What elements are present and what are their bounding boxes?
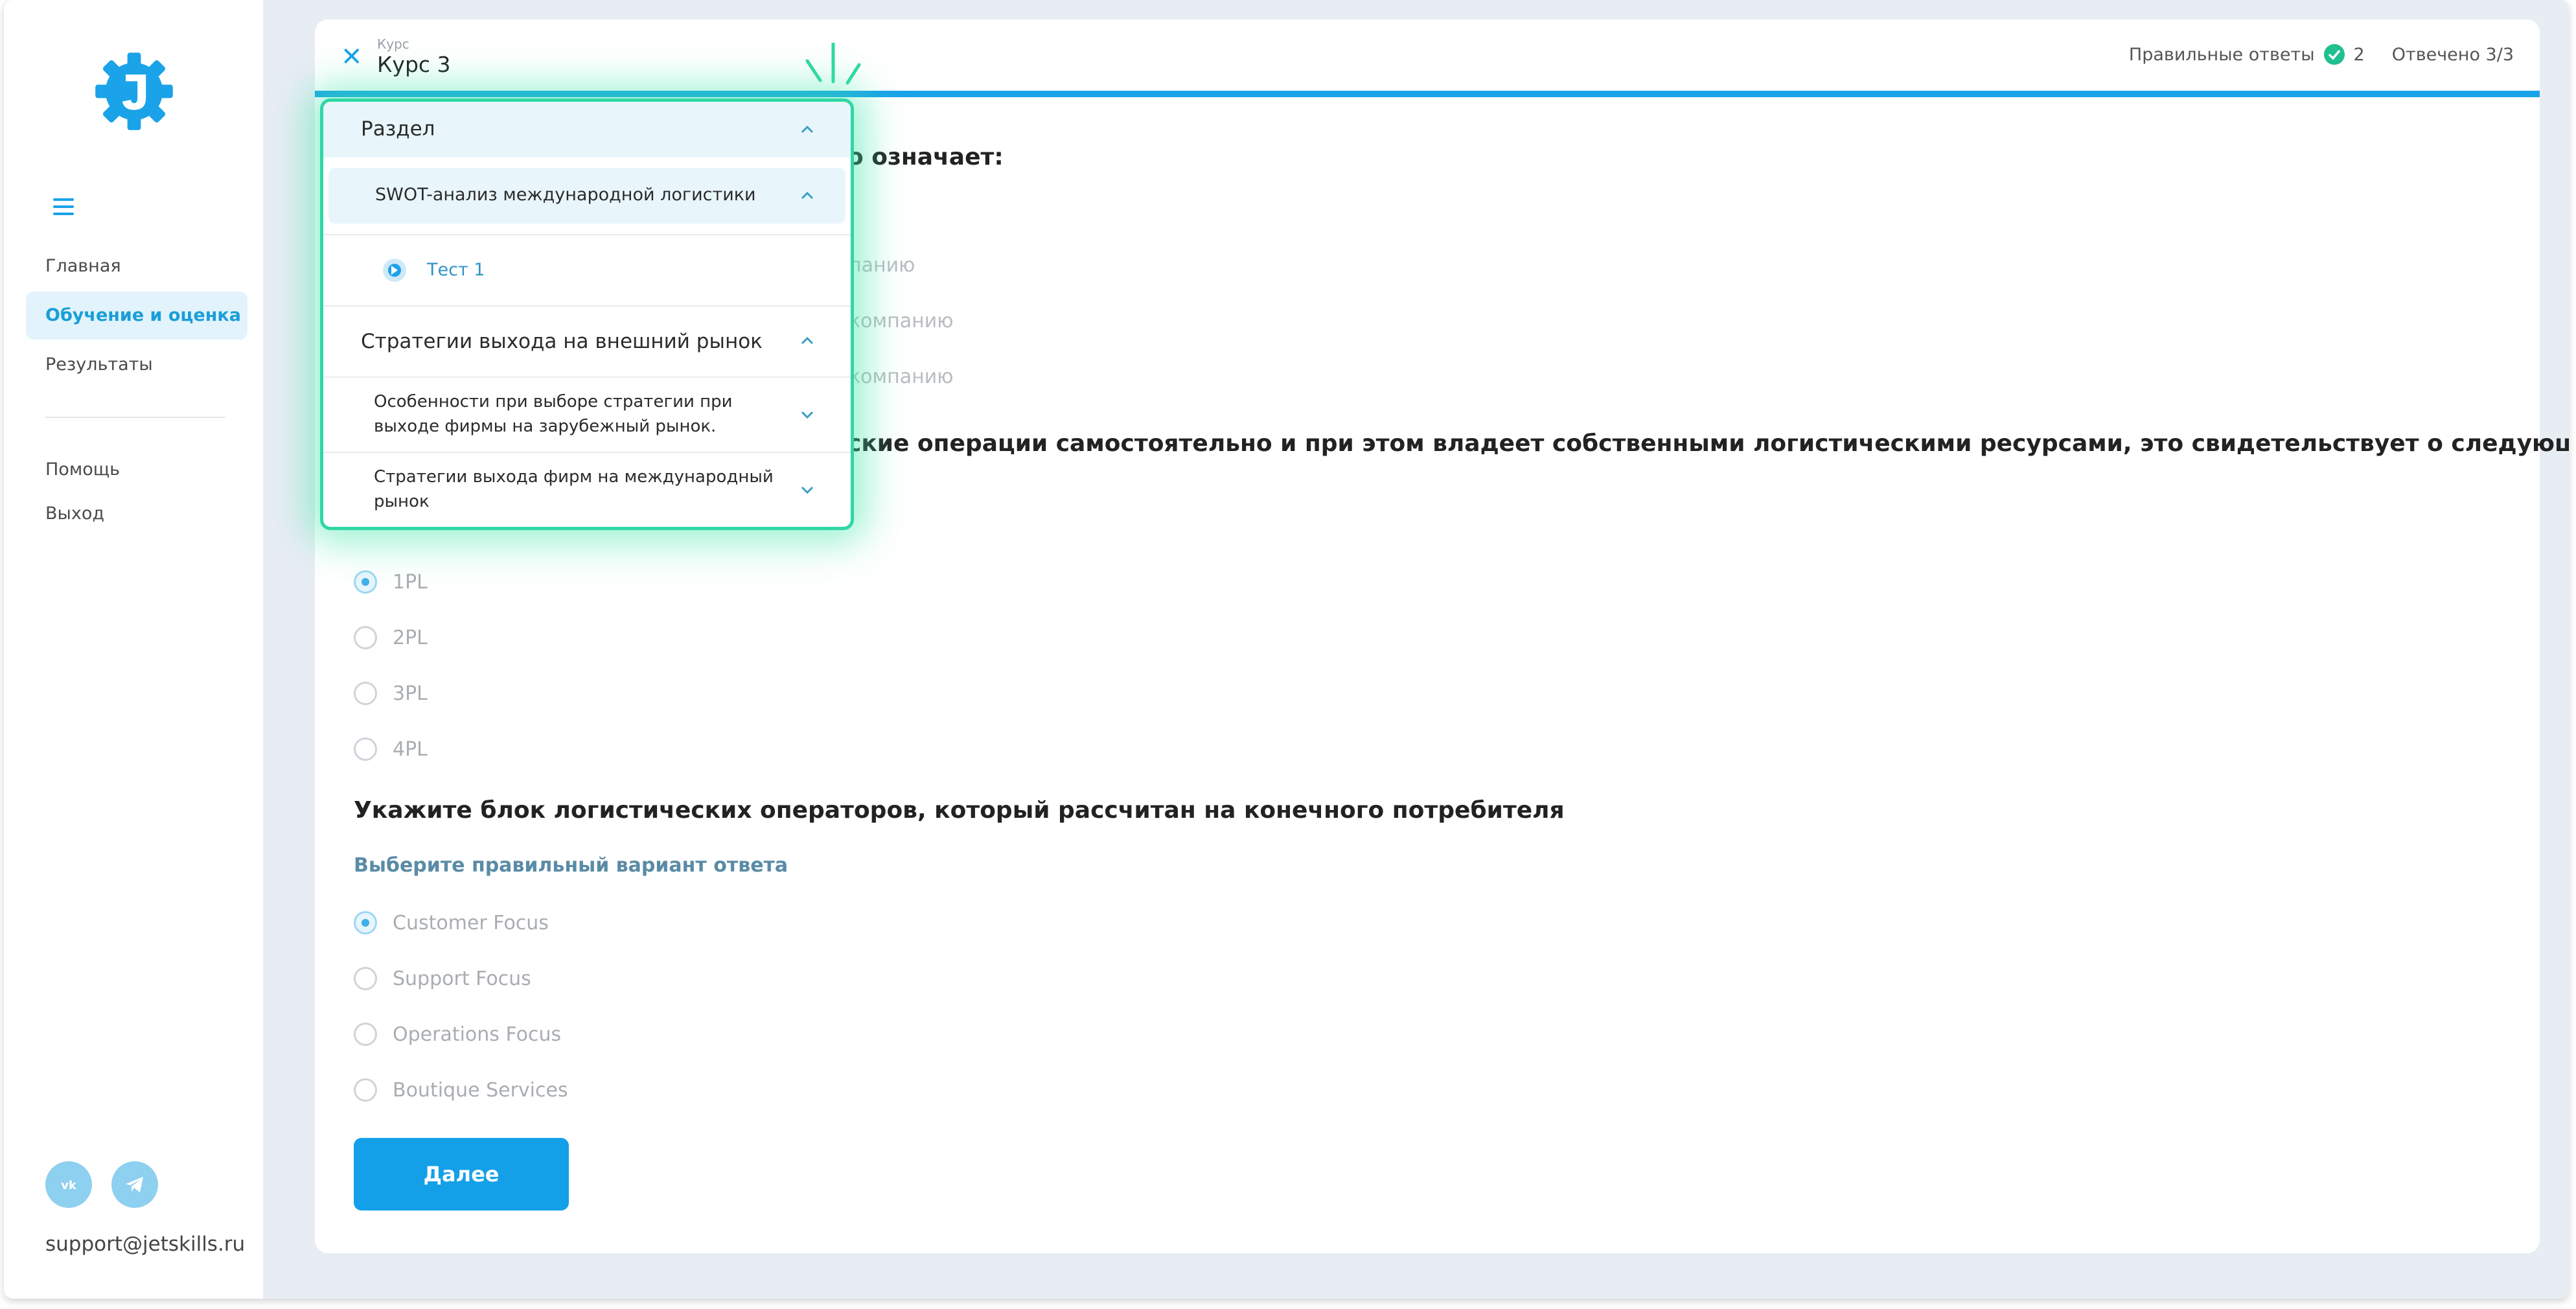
question-3-hint: Выберите правильный вариант ответа bbox=[354, 854, 788, 877]
close-icon[interactable]: ✕ bbox=[341, 44, 363, 70]
support-email-link[interactable]: support@jetskills.ru bbox=[45, 1233, 245, 1256]
option-label: 3PL bbox=[393, 682, 428, 705]
chevron-up-icon[interactable] bbox=[800, 122, 814, 137]
chevron-down-icon[interactable] bbox=[800, 408, 814, 422]
course-label: Курс bbox=[377, 36, 409, 52]
subsection-strategy-choice[interactable]: Особенности при выборе стратегии при вых… bbox=[323, 378, 851, 452]
test-label: Тест 1 bbox=[427, 260, 485, 280]
vk-icon[interactable]: vk bbox=[45, 1161, 92, 1208]
subsection-swot[interactable]: SWOT-анализ международной логистики bbox=[328, 168, 845, 224]
option-label: Boutique Services bbox=[393, 1078, 568, 1102]
question-2-option-4pl[interactable]: 4PL bbox=[354, 735, 428, 763]
question-3-option-support-focus[interactable]: Support Focus bbox=[354, 964, 531, 993]
option-label: Operations Focus bbox=[393, 1023, 562, 1046]
telegram-icon[interactable] bbox=[111, 1161, 158, 1208]
question-1-option[interactable]: компанию bbox=[849, 365, 953, 388]
question-3-option-operations-focus[interactable]: Operations Focus bbox=[354, 1020, 561, 1048]
question-3-text: Укажите блок логистических операторов, к… bbox=[354, 797, 1565, 824]
section-strategies[interactable]: Стратегии выхода на внешний рынок bbox=[323, 307, 851, 376]
course-structure-dropdown[interactable]: Раздел SWOT-анализ международной логисти… bbox=[320, 98, 854, 530]
test-header: ✕ Курс Курс 3 Правильные ответы 2 Отвече… bbox=[315, 19, 2540, 97]
question-2-option-2pl[interactable]: 2PL bbox=[354, 623, 428, 652]
check-icon bbox=[2323, 44, 2345, 65]
nav-item-logout[interactable]: Выход bbox=[26, 490, 247, 538]
question-1-option[interactable]: компанию bbox=[849, 310, 953, 332]
radio-button[interactable] bbox=[354, 911, 377, 934]
question-1-text: о означает: bbox=[847, 144, 1004, 170]
course-title[interactable]: Курс 3 bbox=[377, 52, 451, 77]
jetskills-logo[interactable] bbox=[92, 49, 176, 133]
nav-item-results[interactable]: Результаты bbox=[26, 341, 247, 389]
subsection-label-line1: Стратегии выхода фирм на международный bbox=[374, 467, 774, 487]
sidebar-divider bbox=[45, 417, 225, 418]
correct-answers-count: 2 bbox=[2353, 44, 2365, 65]
next-button[interactable]: Далее bbox=[354, 1138, 569, 1211]
question-2-text: ские операции самостоятельно и при этом … bbox=[847, 430, 2569, 457]
radio-button[interactable] bbox=[354, 570, 377, 594]
question-3-option-customer-focus[interactable]: Customer Focus bbox=[354, 909, 549, 937]
option-label: 1PL bbox=[393, 570, 428, 594]
radio-button[interactable] bbox=[354, 1078, 377, 1102]
question-3-option-boutique-services[interactable]: Boutique Services bbox=[354, 1076, 568, 1104]
nav-item-home[interactable]: Главная bbox=[26, 242, 247, 290]
subsection-exit-strategies[interactable]: Стратегии выхода фирм на международный р… bbox=[323, 453, 851, 527]
sparkle-decoration bbox=[805, 43, 861, 85]
option-label: Support Focus bbox=[393, 967, 531, 990]
subsection-label-line2: рынок bbox=[374, 492, 430, 511]
option-label: 2PL bbox=[393, 626, 428, 649]
nav-item-help[interactable]: Помощь bbox=[26, 446, 247, 494]
subsection-label: SWOT-анализ международной логистики bbox=[375, 185, 756, 205]
radio-button[interactable] bbox=[354, 682, 377, 705]
question-2-option-1pl[interactable]: 1PL bbox=[354, 568, 428, 596]
hamburger-menu-icon[interactable] bbox=[53, 198, 74, 218]
play-icon bbox=[383, 259, 406, 282]
section-header[interactable]: Раздел bbox=[323, 102, 851, 157]
subsection-label-line2: выходе фирмы на зарубежный рынок. bbox=[374, 417, 717, 436]
radio-button[interactable] bbox=[354, 626, 377, 649]
question-1-option[interactable]: панию bbox=[849, 254, 915, 277]
app-window: Главная Обучение и оценка Результаты Пом… bbox=[4, 0, 2569, 1299]
answered-count: Отвечено 3/3 bbox=[2391, 44, 2514, 65]
test-item-1[interactable]: Тест 1 bbox=[323, 235, 851, 305]
svg-text:vk: vk bbox=[61, 1179, 77, 1192]
section-label: Раздел bbox=[361, 117, 435, 141]
chevron-up-icon[interactable] bbox=[800, 189, 814, 203]
radio-button[interactable] bbox=[354, 1023, 377, 1046]
option-label: 4PL bbox=[393, 737, 428, 761]
section-label: Стратегии выхода на внешний рынок bbox=[361, 330, 763, 353]
radio-button[interactable] bbox=[354, 737, 377, 761]
correct-answers-label: Правильные ответы bbox=[2128, 44, 2315, 65]
option-label: Customer Focus bbox=[393, 911, 549, 934]
question-2-option-3pl[interactable]: 3PL bbox=[354, 679, 428, 708]
test-stats: Правильные ответы 2 Отвечено 3/3 bbox=[2129, 44, 2514, 65]
subsection-label-line1: Особенности при выборе стратегии при bbox=[374, 392, 733, 411]
chevron-down-icon[interactable] bbox=[800, 483, 814, 497]
nav-item-learning[interactable]: Обучение и оценка bbox=[26, 292, 247, 340]
sidebar: Главная Обучение и оценка Результаты Пом… bbox=[4, 0, 263, 1299]
radio-button[interactable] bbox=[354, 967, 377, 990]
chevron-up-icon[interactable] bbox=[800, 334, 814, 348]
